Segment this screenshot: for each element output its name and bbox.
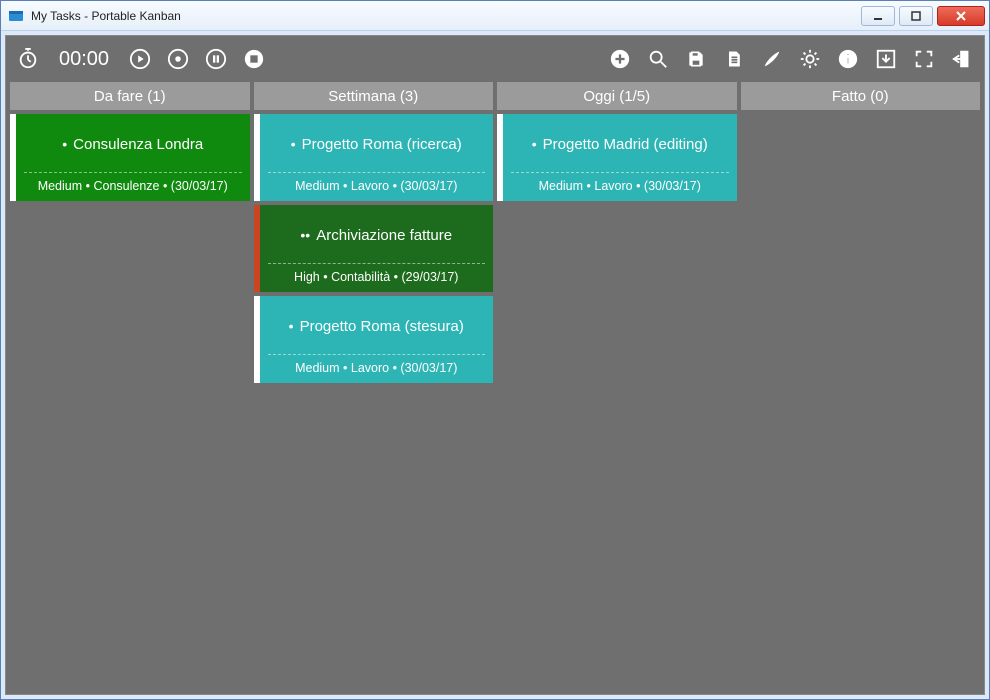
save-icon[interactable] xyxy=(684,47,708,71)
plus-icon[interactable] xyxy=(608,47,632,71)
fullscreen-icon[interactable] xyxy=(912,47,936,71)
minimize-button[interactable] xyxy=(861,6,895,26)
app-window: My Tasks - Portable Kanban 00:00 xyxy=(0,0,990,700)
info-icon[interactable] xyxy=(836,47,860,71)
toolbar: 00:00 xyxy=(6,36,984,82)
card-title-text: Archiviazione fatture xyxy=(316,227,452,244)
priority-dots: • xyxy=(291,136,296,152)
timer-value: 00:00 xyxy=(54,48,114,71)
window-buttons xyxy=(857,6,985,26)
card-title-text: Progetto Madrid (editing) xyxy=(543,136,708,153)
card[interactable]: • Progetto Madrid (editing) Medium • Lav… xyxy=(497,114,737,201)
search-icon[interactable] xyxy=(646,47,670,71)
priority-dots: • xyxy=(532,136,537,152)
board: • Consulenza Londra Medium • Consulenze … xyxy=(6,110,984,694)
card-title: • Progetto Roma (ricerca) xyxy=(268,124,486,168)
app-icon xyxy=(7,7,25,25)
card-meta: Medium • Lavoro • (30/03/17) xyxy=(268,354,486,375)
column-header-settimana[interactable]: Settimana (3) xyxy=(254,82,494,110)
maximize-button[interactable] xyxy=(899,6,933,26)
app-body: 00:00 xyxy=(5,35,985,695)
priority-dots: • xyxy=(289,318,294,334)
column-oggi[interactable]: • Progetto Madrid (editing) Medium • Lav… xyxy=(497,114,737,201)
card[interactable]: •• Archiviazione fatture High • Contabil… xyxy=(254,205,494,292)
card-meta: High • Contabilità • (29/03/17) xyxy=(268,263,486,284)
pause-icon[interactable] xyxy=(204,47,228,71)
step-icon[interactable] xyxy=(166,47,190,71)
clock-icon[interactable] xyxy=(16,47,40,71)
close-button[interactable] xyxy=(937,6,985,26)
document-icon[interactable] xyxy=(722,47,746,71)
card-meta: Medium • Lavoro • (30/03/17) xyxy=(511,172,729,193)
brush-icon[interactable] xyxy=(760,47,784,71)
card-meta: Medium • Lavoro • (30/03/17) xyxy=(268,172,486,193)
exit-icon[interactable] xyxy=(950,47,974,71)
card-title-text: Consulenza Londra xyxy=(73,136,203,153)
gear-icon[interactable] xyxy=(798,47,822,71)
card-title: • Progetto Roma (stesura) xyxy=(268,306,486,350)
column-settimana[interactable]: • Progetto Roma (ricerca) Medium • Lavor… xyxy=(254,114,494,383)
titlebar[interactable]: My Tasks - Portable Kanban xyxy=(1,1,989,31)
card-title-text: Progetto Roma (ricerca) xyxy=(302,136,462,153)
card[interactable]: • Progetto Roma (ricerca) Medium • Lavor… xyxy=(254,114,494,201)
priority-dots: •• xyxy=(300,227,310,243)
card-title: •• Archiviazione fatture xyxy=(268,215,486,259)
column-headers: Da fare (1) Settimana (3) Oggi (1/5) Fat… xyxy=(6,82,984,110)
priority-dots: • xyxy=(62,136,67,152)
stop-icon[interactable] xyxy=(242,47,266,71)
card-meta: Medium • Consulenze • (30/03/17) xyxy=(24,172,242,193)
column-header-fatto[interactable]: Fatto (0) xyxy=(741,82,981,110)
card-title: • Progetto Madrid (editing) xyxy=(511,124,729,168)
card-title: • Consulenza Londra xyxy=(24,124,242,168)
card[interactable]: • Progetto Roma (stesura) Medium • Lavor… xyxy=(254,296,494,383)
import-icon[interactable] xyxy=(874,47,898,71)
play-icon[interactable] xyxy=(128,47,152,71)
card[interactable]: • Consulenza Londra Medium • Consulenze … xyxy=(10,114,250,201)
column-header-dafare[interactable]: Da fare (1) xyxy=(10,82,250,110)
column-dafare[interactable]: • Consulenza Londra Medium • Consulenze … xyxy=(10,114,250,201)
column-header-oggi[interactable]: Oggi (1/5) xyxy=(497,82,737,110)
card-title-text: Progetto Roma (stesura) xyxy=(300,318,464,335)
window-title: My Tasks - Portable Kanban xyxy=(31,9,857,23)
